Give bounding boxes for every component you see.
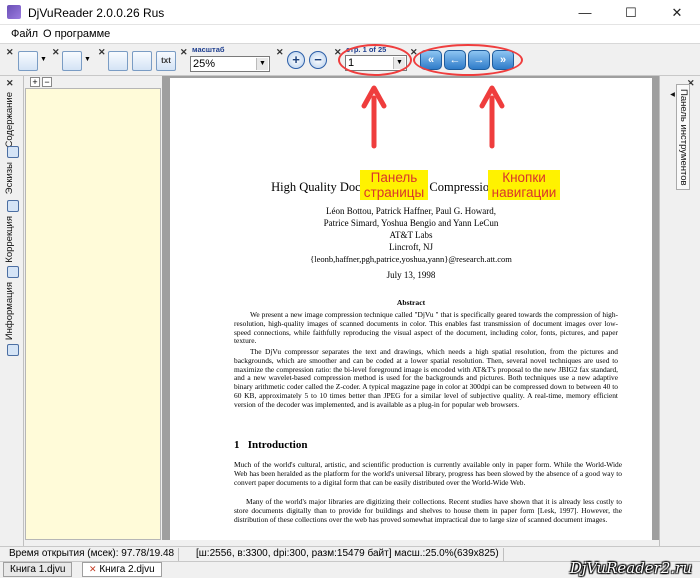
doc-authors-2: Patrice Simard, Yoshua Bengio and Yann L… xyxy=(323,218,499,228)
nav-buttons-highlight xyxy=(413,44,523,76)
doc-location: Lincroft, NJ xyxy=(389,242,433,252)
select-area-button[interactable] xyxy=(108,51,128,71)
nav-buttons-label: Кнопки навигации xyxy=(488,170,560,200)
tab-label: Книга 1.djvu xyxy=(10,564,66,575)
toolbar-close-icon[interactable]: ✕ xyxy=(6,47,14,58)
chevron-down-icon[interactable]: ▼ xyxy=(256,58,268,70)
doc-email: {leonb,haffner,pgh,patrice,yoshua,yann}@… xyxy=(310,254,512,264)
page-panel-highlight xyxy=(338,44,412,76)
collapse-all-button[interactable]: − xyxy=(42,77,52,87)
tab-book-1[interactable]: Книга 1.djvu xyxy=(3,562,73,577)
menu-file[interactable]: Файл xyxy=(11,28,38,40)
zoom-value: 25% xyxy=(193,58,216,70)
page-panel-label: Панель страницы xyxy=(360,170,428,200)
page-mode-button[interactable] xyxy=(62,51,82,71)
close-icon[interactable]: ✕ xyxy=(89,564,97,574)
doc-date: July 13, 1998 xyxy=(386,270,436,280)
contents-panel[interactable] xyxy=(25,88,161,540)
tab-contents[interactable]: Содержание xyxy=(4,92,15,148)
chevron-down-icon[interactable]: ▼ xyxy=(84,56,91,63)
tab-label: Книга 2.djvu xyxy=(99,564,155,575)
minimize-button[interactable]: — xyxy=(562,0,608,25)
toolbar-close-icon[interactable]: ✕ xyxy=(52,47,60,58)
toolbar-close-icon[interactable]: ✕ xyxy=(276,47,284,58)
app-icon xyxy=(7,5,21,19)
text-mode-button[interactable]: txt xyxy=(156,51,176,71)
image-mode-button[interactable] xyxy=(132,51,152,71)
intro-p2: Many of the world's major libraries are … xyxy=(234,497,622,525)
sidebar-close-icon[interactable]: ✕ xyxy=(6,78,14,89)
chevron-down-icon[interactable]: ▼ xyxy=(40,56,47,63)
status-open-time: Время открытия (мсек): 97.78/19.48 xyxy=(9,548,180,561)
toolbar-close-icon[interactable]: ✕ xyxy=(180,47,188,58)
doc-authors-1: Léon Bottou, Patrick Haffner, Paul G. Ho… xyxy=(326,206,496,216)
info-icon xyxy=(7,344,19,356)
tab-thumbnails[interactable]: Эскизы xyxy=(4,162,15,194)
zoom-in-button[interactable]: + xyxy=(287,51,305,69)
section-title: 1 Introduction xyxy=(234,439,308,451)
watermark: DjVuReader2.ru xyxy=(569,559,692,577)
abstract-title: Abstract xyxy=(396,298,426,307)
tab-correction[interactable]: Коррекция xyxy=(4,216,15,263)
abstract-p1: We present a new image compression techn… xyxy=(234,310,618,346)
tools-panel-tab[interactable]: Панель инструментов ◂ xyxy=(667,84,690,190)
tab-information[interactable]: Информация xyxy=(4,282,15,340)
toolbar-close-icon[interactable]: ✕ xyxy=(98,47,106,58)
status-doc-info: [ш:2556, в:3300, dpi:300, разм:15479 бай… xyxy=(196,548,504,561)
wrench-icon xyxy=(7,266,19,278)
thumbnails-icon xyxy=(7,200,19,212)
zoom-out-button[interactable]: − xyxy=(309,51,327,69)
close-button[interactable]: ✕ xyxy=(654,0,700,25)
abstract-p2: The DjVu compressor separates the text a… xyxy=(234,347,618,409)
doc-affiliation: AT&T Labs xyxy=(389,230,433,240)
annotation-arrows xyxy=(361,85,505,149)
zoom-label: масштаб xyxy=(192,45,225,54)
window-title: DjVuReader 2.0.0.26 Rus xyxy=(28,6,165,20)
tab-book-2[interactable]: ✕ Книга 2.djvu xyxy=(82,562,162,577)
contents-icon xyxy=(7,146,19,158)
menu-about[interactable]: О программе xyxy=(43,28,110,40)
layout-button[interactable] xyxy=(18,51,38,71)
intro-p1: Much of the world's cultural, artistic, … xyxy=(234,460,622,488)
zoom-select[interactable]: 25% ▼ xyxy=(190,56,270,72)
maximize-button[interactable]: ☐ xyxy=(608,0,654,25)
expand-all-button[interactable]: + xyxy=(30,77,40,87)
